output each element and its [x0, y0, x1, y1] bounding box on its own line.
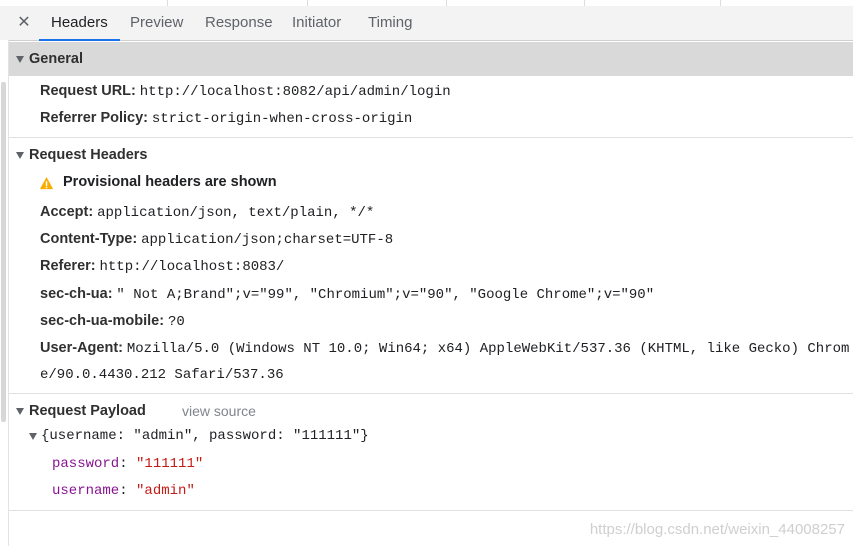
warning-icon	[39, 176, 54, 190]
header-key: sec-ch-ua:	[40, 286, 113, 302]
tab-timing[interactable]: Timing	[368, 6, 412, 40]
header-key: Referer:	[40, 258, 96, 274]
header-value: application/json;charset=UTF-8	[141, 232, 394, 248]
header-row-sec-ch-ua-mobile: sec-ch-ua-mobile: ?0	[40, 310, 185, 332]
user-agent-continuation: e/90.0.4430.212 Safari/537.36	[40, 363, 284, 385]
divider	[9, 510, 853, 511]
header-row-user-agent: User-Agent: Mozilla/5.0 (Windows NT 10.0…	[40, 337, 849, 359]
view-source-link[interactable]: view source	[182, 394, 256, 428]
referrer-policy-label: Referrer Policy:	[40, 110, 148, 126]
header-value: http://localhost:8083/	[99, 259, 285, 275]
payload-summary[interactable]: {username: "admin", password: "111111"}	[41, 426, 369, 446]
request-url-value: http://localhost:8082/api/admin/login	[139, 84, 451, 100]
devtools-network-headers-panel: ✕ Headers Preview Response Initiator Tim…	[0, 0, 853, 546]
section-title: General	[29, 51, 83, 67]
payload-property-password: password: "111111"	[52, 456, 204, 472]
header-value: Mozilla/5.0 (Windows NT 10.0; Win64; x64…	[126, 341, 850, 357]
tab-response[interactable]: Response	[205, 6, 273, 40]
scrollbar-thumb[interactable]	[1, 82, 6, 422]
tab-initiator[interactable]: Initiator	[292, 6, 341, 40]
referrer-policy-row: Referrer Policy: strict-origin-when-cros…	[40, 107, 412, 129]
property-value: "111111"	[136, 456, 204, 472]
section-request-payload-header[interactable]: Request Payload view source	[9, 394, 853, 428]
tab-headers[interactable]: Headers	[39, 6, 120, 41]
provisional-headers-warning: Provisional headers are shown	[63, 174, 277, 190]
referrer-policy-value: strict-origin-when-cross-origin	[151, 111, 413, 127]
caret-down-icon	[16, 152, 24, 159]
header-row-referer: Referer: http://localhost:8083/	[40, 255, 284, 277]
header-key: Content-Type:	[40, 231, 138, 247]
tab-bar: ✕ Headers Preview Response Initiator Tim…	[0, 6, 853, 41]
header-value: application/json, text/plain, */*	[97, 205, 375, 221]
request-url-label: Request URL:	[40, 83, 136, 99]
header-value: " Not A;Brand";v="99", "Chromium";v="90"…	[116, 287, 655, 303]
property-key: username	[52, 483, 120, 499]
section-title: Request Payload	[29, 403, 146, 419]
headers-content: General Request URL: http://localhost:80…	[9, 41, 853, 546]
close-icon[interactable]: ✕	[15, 14, 33, 32]
header-key: User-Agent:	[40, 340, 123, 356]
header-row-accept: Accept: application/json, text/plain, */…	[40, 201, 374, 223]
header-value: ?0	[167, 314, 185, 330]
tab-preview[interactable]: Preview	[130, 6, 183, 40]
property-key: password	[52, 456, 120, 472]
caret-down-icon	[16, 408, 24, 415]
request-url-row: Request URL: http://localhost:8082/api/a…	[40, 80, 451, 102]
header-key: Accept:	[40, 204, 94, 220]
property-value: "admin"	[136, 483, 195, 499]
caret-down-icon[interactable]	[29, 433, 37, 440]
header-row-content-type: Content-Type: application/json;charset=U…	[40, 228, 393, 250]
section-title: Request Headers	[29, 147, 148, 163]
payload-property-username: username: "admin"	[52, 483, 195, 499]
caret-down-icon	[16, 56, 24, 63]
left-scrollbar[interactable]	[0, 40, 9, 546]
header-key: sec-ch-ua-mobile:	[40, 313, 165, 329]
section-general-header[interactable]: General	[9, 42, 853, 76]
header-value-continued: e/90.0.4430.212 Safari/537.36	[40, 367, 284, 383]
header-row-sec-ch-ua: sec-ch-ua: " Not A;Brand";v="99", "Chrom…	[40, 283, 654, 305]
watermark: https://blog.csdn.net/weixin_44008257	[589, 521, 845, 538]
section-request-headers-header[interactable]: Request Headers	[9, 138, 853, 172]
